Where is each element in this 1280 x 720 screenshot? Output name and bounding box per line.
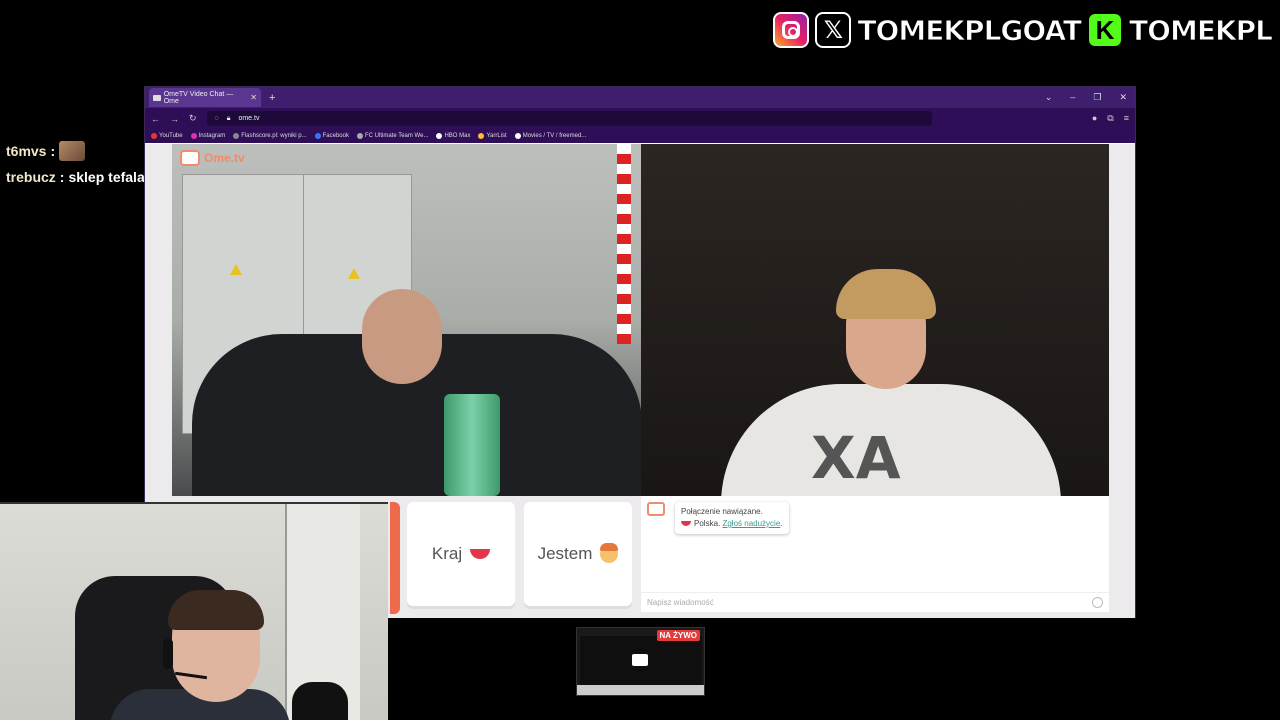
- gender-label: Jestem: [537, 544, 593, 563]
- preview-strip: [577, 685, 704, 695]
- close-window-icon[interactable]: ✕: [1119, 92, 1127, 103]
- bookmark-movies[interactable]: Movies / TV / freemed...: [514, 133, 586, 139]
- live-preview: NA ŻYWO: [576, 627, 705, 696]
- report-dot: .: [780, 519, 783, 528]
- chat-message: t6mvs :: [6, 138, 145, 164]
- country-button[interactable]: Kraj: [407, 502, 515, 606]
- tab-list-icon[interactable]: ⌄: [1045, 92, 1053, 103]
- handle-kick: TOMEKPL: [1129, 13, 1274, 47]
- ome-chat-panel: Połączenie nawiązane. Polska. Zgłoś nadu…: [641, 496, 1109, 612]
- window-controls: ⌄ – ❐ ✕: [1045, 92, 1135, 103]
- bookmark-fc-ultimate[interactable]: FC Ultimate Team We...: [356, 133, 428, 139]
- emoji-icon[interactable]: [1092, 597, 1103, 608]
- bookmark-youtube[interactable]: YouTube: [151, 133, 183, 139]
- lock-icon[interactable]: 🔒︎: [227, 115, 231, 123]
- person-head: [362, 289, 442, 384]
- browser-tab[interactable]: OmeTV Video Chat — Ome ✕: [149, 88, 261, 107]
- chat-username: t6mvs: [6, 143, 47, 159]
- headset-icon: [163, 639, 173, 669]
- shirt-print: XA: [811, 424, 901, 492]
- toolbar-icons: ● ⧉ ≡: [1092, 113, 1129, 124]
- back-icon[interactable]: ←: [151, 114, 160, 124]
- poland-flag-icon: [681, 521, 691, 526]
- chat-separator: :: [50, 143, 56, 159]
- stream-scene: 𝕏 TOMEKPLGOAT K TOMEKPL t6mvs : trebucz …: [0, 0, 1280, 720]
- menu-icon[interactable]: ≡: [1124, 113, 1129, 124]
- social-banner: 𝕏 TOMEKPLGOAT K TOMEKPL: [773, 12, 1274, 48]
- account-icon[interactable]: ●: [1092, 113, 1097, 124]
- poland-flag-icon: [470, 549, 491, 559]
- cast-icon: [632, 654, 648, 666]
- start-button[interactable]: [390, 502, 400, 614]
- message-input[interactable]: Napisz wiadomość: [641, 592, 1109, 612]
- ome-logo-text: Ome.tv: [204, 151, 245, 165]
- chat-separator: :: [59, 169, 65, 185]
- report-link[interactable]: Zgłoś nadużycie: [722, 519, 780, 528]
- person-hair: [836, 269, 936, 319]
- reload-icon[interactable]: ↻: [189, 113, 197, 124]
- shield-icon[interactable]: ◌: [215, 115, 219, 122]
- chat-username: trebucz: [6, 169, 56, 185]
- new-tab-icon[interactable]: +: [269, 92, 275, 104]
- ome-logo: Ome.tv: [180, 150, 245, 166]
- system-message: Połączenie nawiązane. Polska. Zgłoś nadu…: [647, 502, 789, 534]
- bookmark-yarrlist[interactable]: YarrList: [478, 133, 507, 139]
- bookmark-facebook[interactable]: Facebook: [314, 133, 349, 139]
- stream-chat: t6mvs : trebucz : sklep tefala: [6, 138, 145, 190]
- minimize-icon[interactable]: –: [1070, 92, 1075, 103]
- nav-bar: ← → ↻ ◌ 🔒︎ ome.tv ● ⧉ ≡: [145, 108, 1135, 129]
- tab-favicon-icon: [153, 94, 161, 101]
- bookmark-hbo[interactable]: HBO Max: [436, 133, 470, 139]
- chair: [292, 682, 348, 720]
- country-line: Polska. Zgłoś nadużycie.: [681, 518, 783, 530]
- url-text: ome.tv: [238, 115, 260, 122]
- handle-main: TOMEKPLGOAT: [857, 13, 1083, 47]
- chat-message: trebucz : sklep tefala: [6, 164, 145, 190]
- status-text: Połączenie nawiązane.: [681, 507, 763, 516]
- striped-pole: [617, 144, 631, 344]
- ome-logo-icon: [647, 502, 665, 516]
- chat-text: sklep tefala: [68, 169, 145, 185]
- extensions-icon[interactable]: ⧉: [1107, 113, 1113, 124]
- close-tab-icon[interactable]: ✕: [250, 93, 257, 102]
- address-bar[interactable]: ◌ 🔒︎ ome.tv: [206, 111, 932, 126]
- partner-video: XA: [641, 144, 1109, 496]
- title-bar: OmeTV Video Chat — Ome ✕ + ⌄ – ❐ ✕: [145, 87, 1135, 108]
- message-bubble: Połączenie nawiązane. Polska. Zgłoś nadu…: [675, 502, 789, 534]
- message-placeholder: Napisz wiadomość: [647, 598, 714, 607]
- bookmark-instagram[interactable]: Instagram: [190, 133, 225, 139]
- page-gutter: [1109, 144, 1135, 618]
- x-icon: 𝕏: [815, 12, 852, 48]
- emote-icon: [59, 141, 86, 161]
- kick-icon: K: [1087, 12, 1124, 48]
- instagram-icon: [773, 12, 810, 48]
- bookmarks-bar: YouTube Instagram Flashscore.pl: wyniki …: [145, 129, 1135, 143]
- forward-icon[interactable]: →: [170, 114, 179, 124]
- ome-logo-icon: [180, 150, 200, 166]
- restore-icon[interactable]: ❐: [1093, 92, 1101, 103]
- country-text: Polska.: [694, 519, 721, 528]
- gender-button[interactable]: Jestem: [524, 502, 632, 606]
- streamer-webcam: [0, 502, 388, 720]
- local-video: Ome.tv: [172, 144, 641, 496]
- drink-can: [444, 394, 500, 496]
- bookmark-flashscore[interactable]: Flashscore.pl: wyniki p...: [233, 133, 307, 139]
- tab-title: OmeTV Video Chat — Ome: [163, 90, 234, 105]
- live-badge: NA ŻYWO: [656, 630, 700, 641]
- person-hair: [168, 590, 264, 630]
- boy-emoji-icon: [600, 543, 619, 563]
- country-label: Kraj: [431, 544, 463, 563]
